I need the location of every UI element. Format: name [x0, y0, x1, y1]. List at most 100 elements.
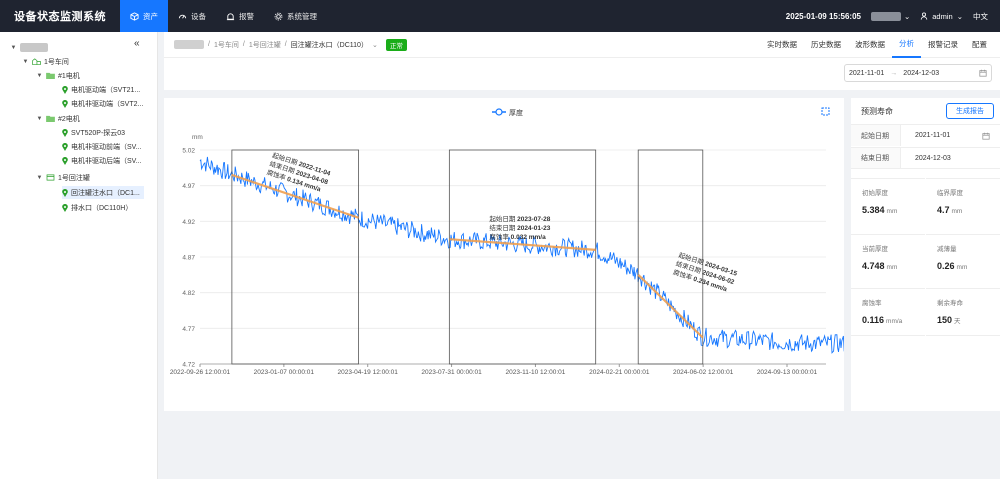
caret-down-icon: ▼ — [36, 174, 43, 181]
tree-label: 电机驱动端（SVT21... — [71, 86, 141, 94]
x-tick-label: 2022-09-26 12:00:01 — [170, 369, 231, 376]
breadcrumb-root[interactable] — [174, 40, 204, 49]
end-date-label: 结束日期 — [851, 148, 901, 168]
tree-sensor[interactable]: SVT520P-探云03 — [62, 126, 125, 139]
initial-thickness-cell: 初始厚度 5.384 mm — [851, 178, 925, 226]
tank-icon — [46, 174, 55, 181]
x-tick-label: 2023-04-19 12:00:01 — [338, 369, 399, 376]
tab-config[interactable]: 配置 — [965, 32, 994, 58]
x-tick-label: 2023-01-07 00:00:01 — [254, 369, 315, 376]
arrow-right-icon: → — [890, 69, 898, 77]
chevron-down-icon[interactable]: ⌄ — [372, 41, 378, 49]
caret-down-icon: ▼ — [10, 44, 17, 51]
current-thickness-cell: 当前厚度 4.748 mm — [851, 234, 925, 282]
tree-label: #1电机 — [58, 72, 80, 80]
username: admin — [932, 11, 953, 21]
breadcrumb-item[interactable]: 1号回注罐 — [249, 40, 281, 50]
collapse-sidebar-icon[interactable]: « — [134, 38, 140, 49]
breadcrumb: / 1号车间 / 1号回注罐 / 回注罐注水口（DC110） ⌄ — [174, 40, 378, 50]
legend-marker — [495, 108, 503, 116]
corrosion-rate-label: 腐蚀率 — [862, 300, 882, 307]
breadcrumb-sep: / — [242, 41, 245, 48]
nav-devices-label: 设备 — [191, 11, 206, 21]
location-pin-icon — [62, 99, 68, 108]
current-datetime: 2025-01-09 15:56:05 — [785, 11, 861, 21]
calendar-icon — [979, 69, 987, 77]
fit-annotation-line: 起始日期 2023-07-28 — [489, 214, 550, 223]
end-date-row: 结束日期 2024-12-03 — [851, 147, 1000, 169]
org-selector[interactable]: ⌄ — [870, 11, 910, 21]
fit-label: 起始日期 — [489, 214, 517, 223]
fit-value: 2024-01-23 — [517, 225, 551, 232]
breadcrumb-sep: / — [284, 41, 287, 48]
x-tick-label: 2024-02-21 00:00:01 — [589, 369, 650, 376]
tree-sensor[interactable]: 排水口（DC110H） — [62, 201, 132, 214]
breadcrumb-sep: / — [208, 41, 210, 48]
fit-annotation-line: 腐蚀率 0.032 mm/a — [489, 232, 546, 241]
reduction-label: 减薄量 — [937, 246, 957, 253]
breadcrumb-item[interactable]: 1号车间 — [214, 40, 239, 50]
fit-annotation-line: 结束日期 2024-01-23 — [489, 223, 550, 232]
unit: mm — [956, 264, 968, 271]
fit-value: 0.032 mm/a — [511, 234, 546, 241]
tree-sensor[interactable]: 电机非驱动前端（SV... — [62, 140, 142, 153]
tab-history[interactable]: 历史数据 — [804, 32, 848, 58]
caret-down-icon: ▼ — [36, 115, 43, 122]
location-pin-icon — [62, 85, 68, 94]
tree-sensor-selected[interactable]: 回注罐注水口（DC1... — [62, 186, 144, 199]
tab-waveform[interactable]: 波形数据 — [848, 32, 892, 58]
language-selector[interactable]: 中文 — [973, 11, 988, 22]
user-menu[interactable]: admin ⌄ — [920, 12, 963, 21]
tree-root[interactable]: ▼ — [10, 41, 48, 54]
top-bar: 设备状态监测系统 资产 设备 报警 系统管理 2025-01-09 15:56:… — [0, 0, 1000, 32]
tree-sensor[interactable]: 电机非驱动端（SVT2... — [62, 97, 143, 110]
life-prediction-panel: 预测寿命 生成报告 起始日期 2021-11-01 结束日期 2024-12-0… — [851, 98, 1000, 411]
nav-assets-label: 资产 — [143, 11, 158, 21]
page-header: / 1号车间 / 1号回注罐 / 回注罐注水口（DC110） ⌄ 正常 实时数据… — [164, 32, 1000, 58]
nav-alarms[interactable]: 报警 — [216, 0, 264, 32]
legend-label: 厚度 — [509, 108, 523, 117]
y-axis-unit: mm — [192, 134, 203, 141]
remaining-life-cell: 剩余寿命 150 天 — [926, 288, 1000, 336]
thickness-chart: 厚度 mm 5.02 4.97 4.92 4.87 4.82 4.77 4.722022-09-… — [170, 107, 854, 376]
start-date-value[interactable]: 2021-11-01 — [915, 132, 950, 139]
tree-sensor[interactable]: 电机驱动端（SVT21... — [62, 83, 140, 96]
critical-thickness-cell: 临界厚度 4.7 mm — [926, 178, 1000, 226]
breadcrumb-current[interactable]: 回注罐注水口（DC110） — [291, 40, 368, 50]
date-range-end[interactable]: 2024-12-03 — [903, 70, 939, 77]
fit-value: 2023-07-28 — [517, 216, 551, 223]
y-tick-label: 4.92 — [182, 219, 195, 226]
thickness-chart-card: 厚度 mm 5.02 4.97 4.92 4.87 4.82 4.77 4.72 2022-09-… — [164, 98, 854, 411]
tree-tank[interactable]: ▼ 1号回注罐 — [36, 171, 90, 184]
nav-system[interactable]: 系统管理 — [264, 0, 327, 32]
y-tick-label: 4.87 — [182, 255, 195, 262]
remaining-life-label: 剩余寿命 — [937, 300, 963, 307]
unit: 天 — [954, 318, 961, 325]
nav-assets[interactable]: 资产 — [120, 0, 168, 32]
nav-devices[interactable]: 设备 — [168, 0, 216, 32]
tree-workshop[interactable]: ▼ 1号车间 — [22, 55, 69, 68]
tab-realtime[interactable]: 实时数据 — [760, 32, 804, 58]
unit: mm — [951, 208, 963, 215]
tree-motor2[interactable]: ▼ #2电机 — [36, 112, 80, 125]
generate-report-button[interactable]: 生成报告 — [946, 103, 994, 119]
calendar-icon[interactable] — [982, 132, 990, 140]
unit: mm — [886, 208, 898, 215]
initial-thickness-value: 5.384 — [862, 205, 885, 215]
date-range-start[interactable]: 2021-11-01 — [849, 70, 884, 77]
cube-icon — [130, 11, 139, 21]
date-range-picker[interactable]: 2021-11-01 → 2024-12-03 — [844, 64, 992, 82]
tree-motor1[interactable]: ▼ #1电机 — [36, 69, 80, 82]
tree-root-label — [20, 43, 48, 52]
tab-alarm-records[interactable]: 报警记录 — [921, 32, 965, 58]
x-tick-label: 2024-06-02 12:00:01 — [673, 369, 734, 376]
location-pin-icon — [62, 156, 68, 165]
current-thickness-value: 4.748 — [862, 261, 885, 271]
location-pin-icon — [62, 188, 68, 197]
tree-label: 1号车间 — [44, 58, 69, 66]
tab-analysis[interactable]: 分析 — [892, 32, 921, 58]
y-tick-label: 4.97 — [182, 183, 195, 190]
tree-label: 电机非驱动前端（SV... — [71, 143, 142, 151]
location-pin-icon — [62, 142, 68, 151]
tree-sensor[interactable]: 电机非驱动后端（SV... — [62, 154, 142, 167]
